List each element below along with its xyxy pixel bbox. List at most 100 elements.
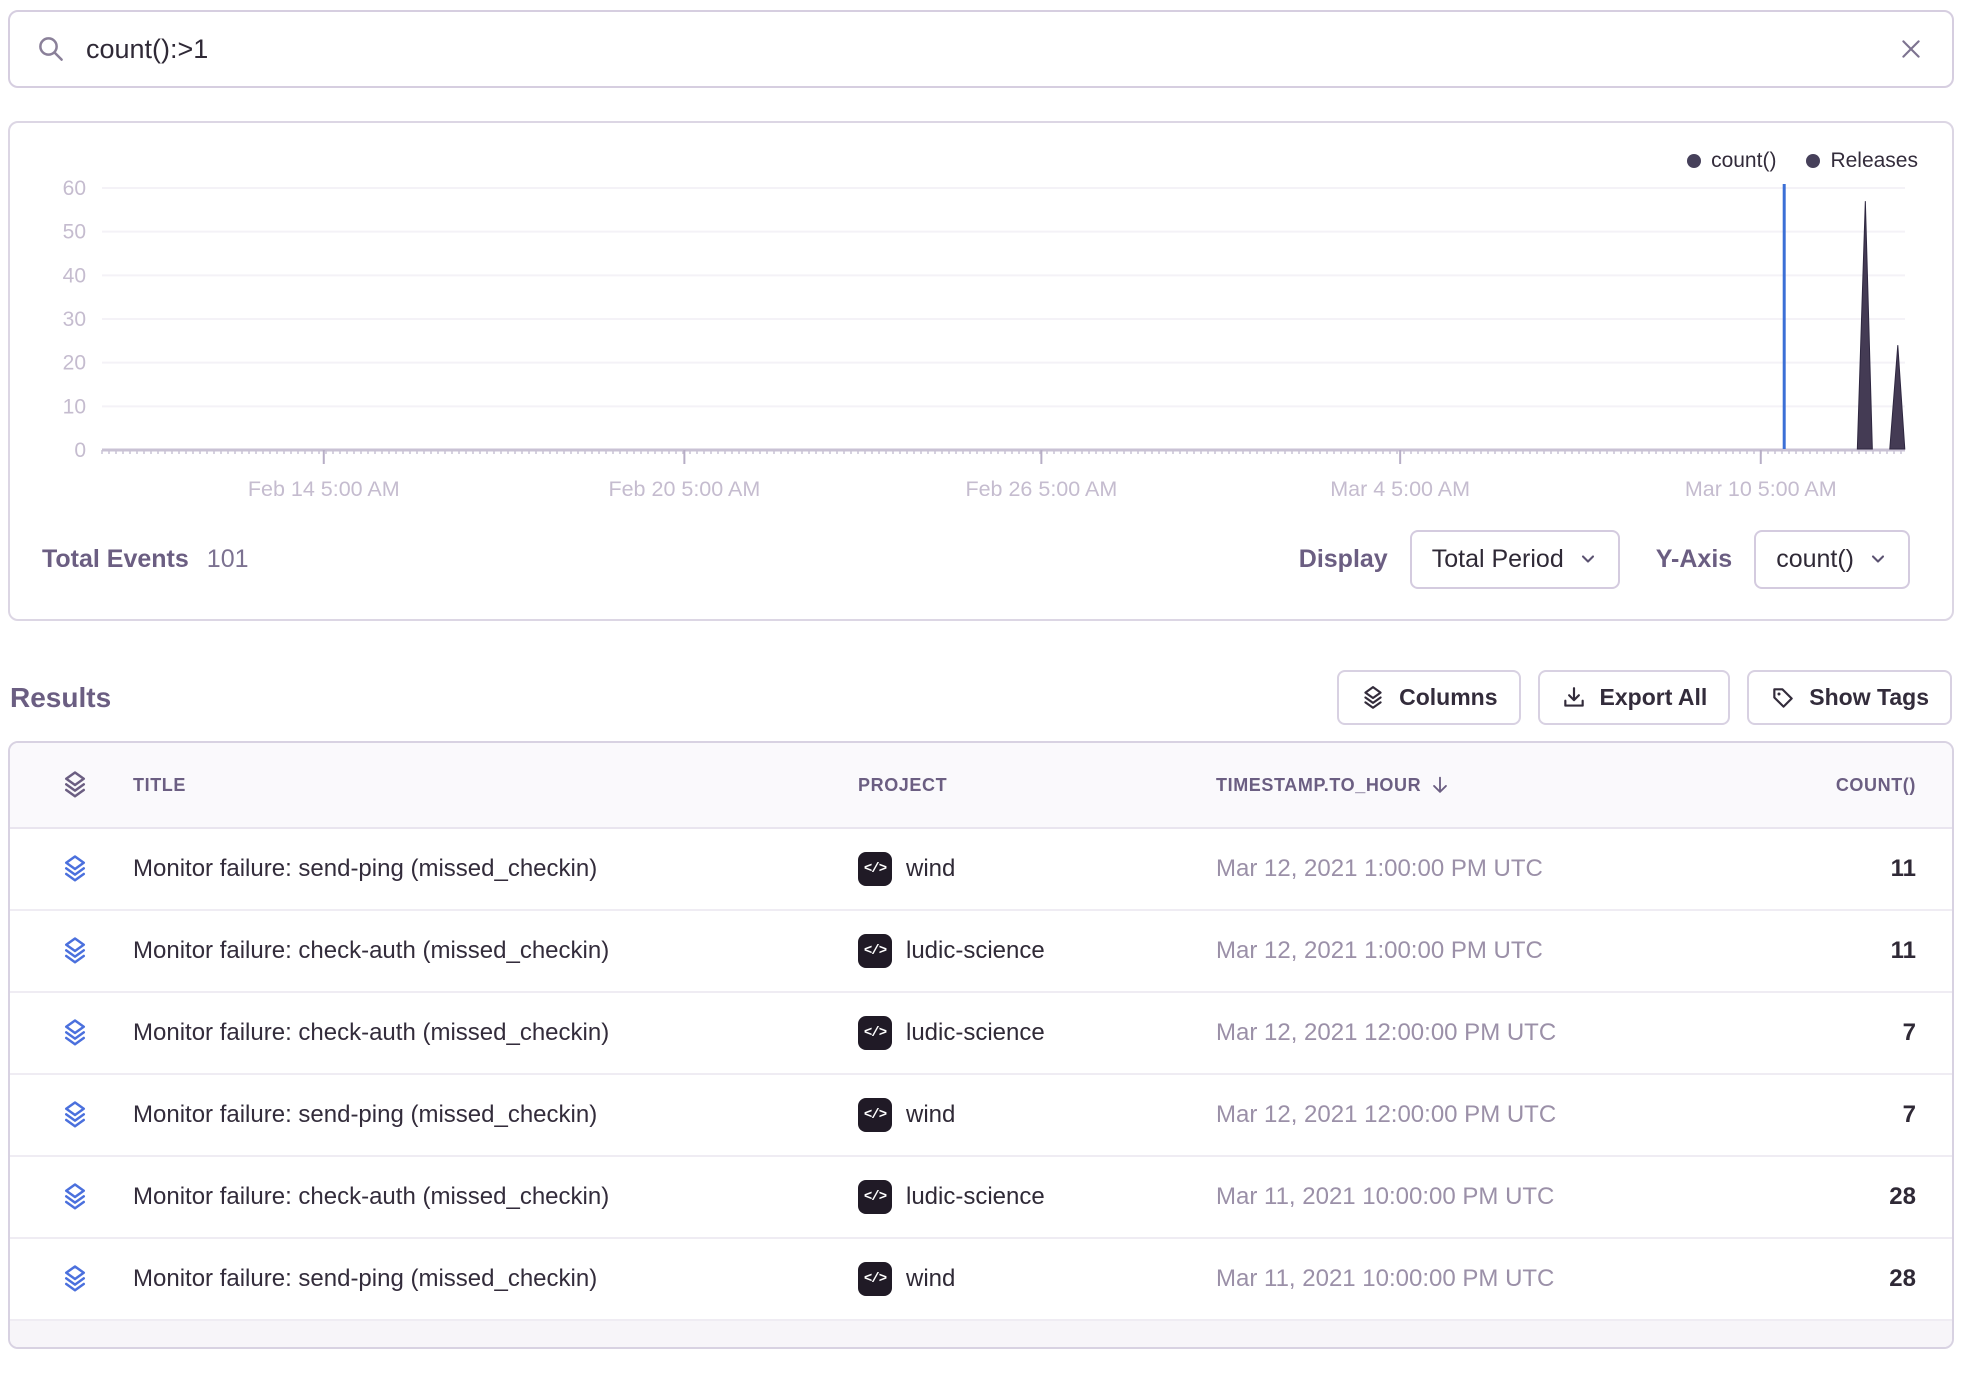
header-project[interactable]: PROJECT: [858, 775, 1216, 796]
table-row: Monitor failure: send-ping (missed_check…: [10, 829, 1952, 911]
layers-icon: [1360, 685, 1386, 711]
stack-icon[interactable]: [10, 1100, 90, 1130]
results-buttons: Columns Export All Show Tags: [1337, 670, 1952, 725]
platform-icon: </>: [858, 1180, 892, 1214]
yaxis-select-value: count(): [1776, 545, 1854, 574]
show-tags-button[interactable]: Show Tags: [1747, 670, 1952, 725]
legend-label-count: count(): [1711, 149, 1776, 173]
svg-text:60: 60: [63, 177, 86, 200]
results-table: TITLE PROJECT TIMESTAMP.TO_HOUR COUNT() …: [8, 741, 1954, 1349]
header-timestamp[interactable]: TIMESTAMP.TO_HOUR: [1216, 774, 1776, 796]
chart-controls: Display Total Period Y-Axis count(): [1299, 530, 1910, 589]
event-timestamp: Mar 11, 2021 10:00:00 PM UTC: [1216, 1265, 1776, 1293]
project-name: wind: [906, 1265, 955, 1293]
project-cell[interactable]: </> wind: [858, 1098, 1216, 1132]
total-events-value: 101: [207, 545, 249, 574]
stack-icon[interactable]: [10, 854, 90, 884]
event-timestamp: Mar 12, 2021 1:00:00 PM UTC: [1216, 855, 1776, 883]
search-input[interactable]: [84, 33, 1880, 66]
export-all-button[interactable]: Export All: [1538, 670, 1731, 725]
sort-desc-arrow-icon: [1429, 774, 1451, 796]
legend-item-releases[interactable]: Releases: [1806, 149, 1918, 173]
project-cell[interactable]: </> wind: [858, 852, 1216, 886]
event-title[interactable]: Monitor failure: send-ping (missed_check…: [133, 1265, 858, 1293]
chart-legend: count() Releases: [1687, 149, 1918, 173]
columns-button[interactable]: Columns: [1337, 670, 1520, 725]
table-row: Monitor failure: check-auth (missed_chec…: [10, 911, 1952, 993]
table-row: Monitor failure: send-ping (missed_check…: [10, 1239, 1952, 1321]
project-name: ludic-science: [906, 1183, 1045, 1211]
event-title[interactable]: Monitor failure: send-ping (missed_check…: [133, 855, 858, 883]
table-body: Monitor failure: send-ping (missed_check…: [10, 829, 1952, 1321]
chevron-down-icon: [1868, 549, 1888, 569]
display-select[interactable]: Total Period: [1410, 530, 1620, 589]
project-name: wind: [906, 1101, 955, 1129]
svg-text:40: 40: [63, 264, 86, 287]
results-bar: Results Columns Export All: [8, 670, 1954, 725]
chevron-down-icon: [1578, 549, 1598, 569]
tag-icon: [1770, 685, 1796, 711]
svg-text:10: 10: [63, 395, 86, 418]
svg-text:30: 30: [63, 308, 86, 331]
project-cell[interactable]: </> ludic-science: [858, 934, 1216, 968]
total-events-label: Total Events: [42, 545, 189, 574]
legend-item-count[interactable]: count(): [1687, 149, 1776, 173]
event-count: 7: [1903, 1101, 1916, 1129]
platform-icon: </>: [858, 1262, 892, 1296]
svg-text:0: 0: [74, 439, 86, 462]
clear-search-icon[interactable]: [1898, 36, 1924, 62]
header-count[interactable]: COUNT(): [1836, 775, 1916, 796]
event-title[interactable]: Monitor failure: check-auth (missed_chec…: [133, 1183, 858, 1211]
event-timestamp: Mar 12, 2021 12:00:00 PM UTC: [1216, 1101, 1776, 1129]
platform-icon: </>: [858, 934, 892, 968]
stack-icon: [10, 770, 90, 800]
table-header-row: TITLE PROJECT TIMESTAMP.TO_HOUR COUNT(): [10, 743, 1952, 829]
svg-text:Feb 20 5:00 AM: Feb 20 5:00 AM: [608, 477, 760, 501]
download-icon: [1561, 685, 1587, 711]
project-cell[interactable]: </> ludic-science: [858, 1180, 1216, 1214]
yaxis-label: Y-Axis: [1656, 545, 1732, 574]
svg-text:50: 50: [63, 221, 86, 244]
header-title[interactable]: TITLE: [133, 775, 858, 796]
event-title[interactable]: Monitor failure: check-auth (missed_chec…: [133, 1019, 858, 1047]
stack-icon[interactable]: [10, 936, 90, 966]
legend-dot-releases-icon: [1806, 154, 1820, 168]
search-bar: [8, 10, 1954, 88]
event-title[interactable]: Monitor failure: send-ping (missed_check…: [133, 1101, 858, 1129]
event-count: 11: [1891, 855, 1916, 883]
project-cell[interactable]: </> wind: [858, 1262, 1216, 1296]
discover-page: count() Releases 0 10 20 30 40 50 60 Feb 14 5:0…: [0, 0, 1962, 1349]
svg-text:20: 20: [63, 352, 86, 375]
display-select-value: Total Period: [1432, 545, 1564, 574]
project-name: ludic-science: [906, 937, 1045, 965]
platform-icon: </>: [858, 1016, 892, 1050]
header-timestamp-label: TIMESTAMP.TO_HOUR: [1216, 775, 1421, 796]
stack-icon[interactable]: [10, 1018, 90, 1048]
yaxis-select[interactable]: count(): [1754, 530, 1910, 589]
event-title[interactable]: Monitor failure: check-auth (missed_chec…: [133, 937, 858, 965]
event-timestamp: Mar 11, 2021 10:00:00 PM UTC: [1216, 1183, 1776, 1211]
svg-text:Feb 14 5:00 AM: Feb 14 5:00 AM: [248, 477, 400, 501]
svg-text:Mar 10 5:00 AM: Mar 10 5:00 AM: [1685, 477, 1837, 501]
export-all-button-label: Export All: [1600, 684, 1708, 711]
search-icon: [36, 34, 66, 64]
table-row: Monitor failure: check-auth (missed_chec…: [10, 993, 1952, 1075]
results-heading: Results: [10, 682, 111, 714]
svg-text:Mar 4 5:00 AM: Mar 4 5:00 AM: [1330, 477, 1470, 501]
stack-icon[interactable]: [10, 1182, 90, 1212]
table-footer-strip: [10, 1321, 1952, 1347]
platform-icon: </>: [858, 1098, 892, 1132]
platform-icon: </>: [858, 852, 892, 886]
event-count: 28: [1889, 1265, 1916, 1293]
table-row: Monitor failure: send-ping (missed_check…: [10, 1075, 1952, 1157]
event-count: 28: [1889, 1183, 1916, 1211]
events-over-time-chart: 0 10 20 30 40 50 60 Feb 14 5:00 AM Feb 20 5:00 A…: [10, 123, 1952, 513]
project-cell[interactable]: </> ludic-science: [858, 1016, 1216, 1050]
project-name: ludic-science: [906, 1019, 1045, 1047]
display-label: Display: [1299, 545, 1388, 574]
stack-icon[interactable]: [10, 1264, 90, 1294]
table-row: Monitor failure: check-auth (missed_chec…: [10, 1157, 1952, 1239]
svg-text:Feb 26 5:00 AM: Feb 26 5:00 AM: [965, 477, 1117, 501]
chart-footer: Total Events 101 Display Total Period Y-…: [10, 511, 1952, 619]
event-timestamp: Mar 12, 2021 12:00:00 PM UTC: [1216, 1019, 1776, 1047]
